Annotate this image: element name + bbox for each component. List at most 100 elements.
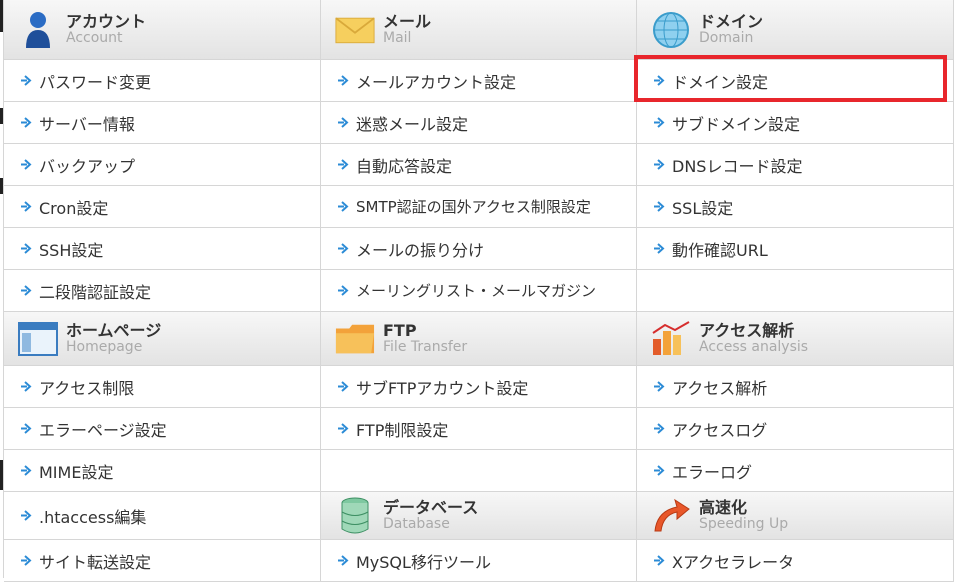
link-arrow-icon (20, 242, 33, 255)
menu-link[interactable]: 自動応答設定 (321, 144, 637, 186)
menu-link[interactable]: 二段階認証設定 (4, 270, 321, 312)
menu-link-label: メーリングリスト・メールマガジン (356, 282, 597, 300)
menu-link[interactable]: MIME設定 (4, 450, 321, 492)
menu-link[interactable]: メールアカウント設定 (321, 60, 637, 102)
section-subtitle: Homepage (66, 338, 143, 355)
menu-link[interactable]: アクセス制限 (4, 366, 321, 408)
link-arrow-icon (653, 158, 666, 171)
menu-link[interactable]: 動作確認URL (637, 228, 954, 270)
menu-link[interactable]: エラーページ設定 (4, 408, 321, 450)
menu-link-label: 動作確認URL (672, 240, 768, 260)
link-arrow-icon (653, 554, 666, 567)
menu-link-label: Cron設定 (39, 198, 109, 218)
empty-cell (321, 450, 637, 492)
menu-link-label: パスワード変更 (39, 72, 152, 92)
section-title: メール (383, 12, 432, 31)
link-arrow-icon (337, 200, 350, 213)
link-arrow-icon (20, 509, 33, 522)
section-subtitle: Speeding Up (699, 515, 789, 532)
link-arrow-icon (337, 74, 350, 87)
user-icon (18, 10, 58, 50)
link-arrow-icon (653, 242, 666, 255)
section-header-homepage: ホームページ Homepage (4, 312, 321, 366)
menu-link[interactable]: エラーログ (637, 450, 954, 492)
section-title: 高速化 (699, 498, 748, 517)
menu-link-label: エラーページ設定 (39, 420, 167, 440)
section-subtitle: Account (66, 29, 123, 46)
menu-link-label: メールの振り分け (356, 240, 485, 260)
section-header-mail: メール Mail (321, 0, 637, 60)
section-subtitle: Database (383, 515, 450, 532)
menu-link-label: SSH設定 (39, 240, 104, 260)
menu-link[interactable]: サブFTPアカウント設定 (321, 366, 637, 408)
menu-link-label: エラーログ (672, 462, 753, 482)
menu-link-label: 二段階認証設定 (39, 282, 152, 302)
section-title: データベース (383, 498, 479, 517)
menu-link[interactable]: サブドメイン設定 (637, 102, 954, 144)
menu-link-label: サーバー情報 (39, 114, 135, 134)
chart-icon (651, 319, 691, 359)
menu-link[interactable]: DNSレコード設定 (637, 144, 954, 186)
menu-link-domain-settings[interactable]: ドメイン設定 (637, 60, 954, 102)
link-arrow-icon (337, 116, 350, 129)
menu-link-label: MySQL移行ツール (356, 552, 491, 572)
section-title: ドメイン (699, 12, 764, 31)
menu-link[interactable]: FTP制限設定 (321, 408, 637, 450)
link-arrow-icon (20, 422, 33, 435)
menu-link-label: アクセス制限 (39, 378, 135, 398)
menu-link-label: FTP制限設定 (356, 420, 449, 440)
menu-link[interactable]: アクセスログ (637, 408, 954, 450)
link-arrow-icon (20, 284, 33, 297)
menu-link[interactable]: MySQL移行ツール (321, 540, 637, 582)
speed-arrow-icon (651, 496, 691, 536)
menu-link-label: 迷惑メール設定 (356, 114, 469, 134)
menu-link[interactable]: サイト転送設定 (4, 540, 321, 582)
link-arrow-icon (20, 158, 33, 171)
section-subtitle: File Transfer (383, 338, 468, 355)
link-arrow-icon (337, 422, 350, 435)
section-header-ftp: FTP File Transfer (321, 312, 637, 366)
link-arrow-icon (653, 464, 666, 477)
menu-link-label: アクセスログ (672, 420, 768, 440)
link-arrow-icon (653, 200, 666, 213)
menu-link-label: メールアカウント設定 (356, 72, 517, 92)
menu-link-label: SMTP認証の国外アクセス制限設定 (356, 198, 591, 216)
menu-link[interactable]: 迷惑メール設定 (321, 102, 637, 144)
link-arrow-icon (337, 554, 350, 567)
menu-link-label: MIME設定 (39, 462, 114, 482)
section-header-analytics: アクセス解析 Access analysis (637, 312, 954, 366)
menu-link[interactable]: Cron設定 (4, 186, 321, 228)
menu-link-label: サイト転送設定 (39, 552, 152, 572)
section-subtitle: Mail (383, 29, 412, 46)
link-arrow-icon (20, 200, 33, 213)
link-arrow-icon (20, 74, 33, 87)
section-header-speed: 高速化 Speeding Up (637, 492, 954, 540)
menu-link[interactable]: SSH設定 (4, 228, 321, 270)
menu-link[interactable]: メールの振り分け (321, 228, 637, 270)
menu-link[interactable]: .htaccess編集 (4, 492, 321, 540)
menu-link[interactable]: SMTP認証の国外アクセス制限設定 (321, 186, 637, 228)
menu-link-label: サブFTPアカウント設定 (356, 378, 529, 398)
section-title: アカウント (66, 12, 147, 31)
menu-link[interactable]: アクセス解析 (637, 366, 954, 408)
menu-link[interactable]: バックアップ (4, 144, 321, 186)
section-subtitle: Domain (699, 29, 754, 46)
menu-link[interactable]: メーリングリスト・メールマガジン (321, 270, 637, 312)
menu-link-label: アクセス解析 (672, 378, 768, 398)
section-header-database: データベース Database (321, 492, 637, 540)
menu-link[interactable]: サーバー情報 (4, 102, 321, 144)
menu-link[interactable]: SSL設定 (637, 186, 954, 228)
section-title: アクセス解析 (699, 321, 795, 340)
folder-icon (335, 319, 375, 359)
section-header-account: アカウント Account (4, 0, 321, 60)
link-arrow-icon (337, 242, 350, 255)
section-header-domain: ドメイン Domain (637, 0, 954, 60)
menu-link[interactable]: パスワード変更 (4, 60, 321, 102)
menu-link-label: ドメイン設定 (672, 72, 769, 92)
menu-link-label: 自動応答設定 (356, 156, 453, 176)
section-subtitle: Access analysis (699, 338, 809, 355)
empty-cell (637, 270, 954, 312)
link-arrow-icon (653, 116, 666, 129)
menu-link[interactable]: Xアクセラレータ (637, 540, 954, 582)
section-title: FTP (383, 321, 417, 340)
